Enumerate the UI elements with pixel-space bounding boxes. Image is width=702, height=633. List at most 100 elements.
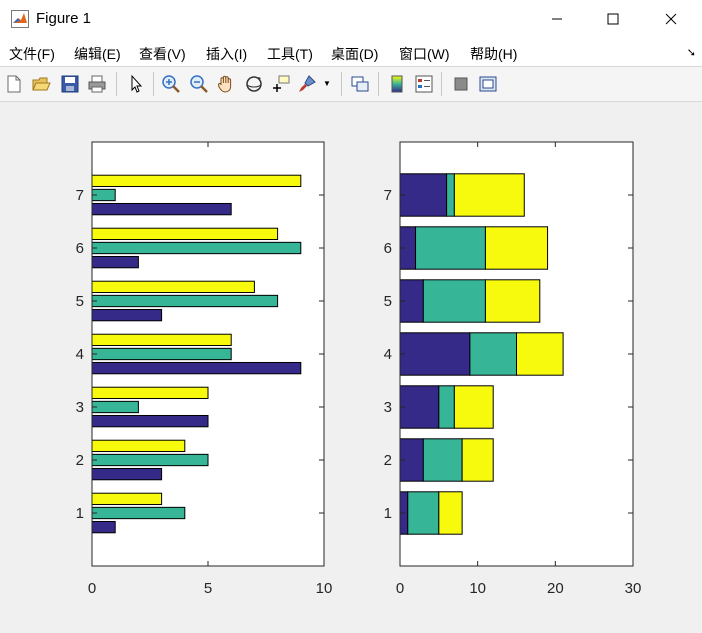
new-figure-icon[interactable] bbox=[4, 74, 24, 94]
stacked-bar-segment[interactable] bbox=[484, 226, 549, 270]
brush-dropdown-chevron-down-icon[interactable]: ▼ bbox=[323, 79, 331, 88]
stacked-bar-segment[interactable] bbox=[407, 491, 440, 535]
close-button[interactable] bbox=[644, 0, 698, 38]
x-tick-label: 20 bbox=[547, 580, 564, 597]
bar[interactable] bbox=[91, 453, 209, 467]
stacked-bar-segment[interactable] bbox=[469, 332, 517, 376]
menu-view[interactable]: 查看(V) bbox=[139, 44, 186, 64]
y-tick-label: 1 bbox=[76, 505, 84, 522]
y-tick-label: 5 bbox=[76, 293, 84, 310]
x-tick-label: 10 bbox=[469, 580, 486, 597]
stacked-bar-segment[interactable] bbox=[453, 173, 525, 217]
stacked-bar-segment[interactable] bbox=[516, 332, 564, 376]
menu-dock-arrow-icon[interactable]: ➘ bbox=[687, 46, 696, 59]
menu-insert[interactable]: 插入(I) bbox=[206, 44, 247, 64]
stacked-bar-segment[interactable] bbox=[415, 226, 486, 270]
stacked-bar-segment[interactable] bbox=[422, 279, 486, 323]
y-tick-label: 2 bbox=[384, 452, 392, 469]
data-cursor-icon[interactable] bbox=[271, 74, 291, 94]
print-icon[interactable] bbox=[87, 74, 107, 94]
y-tick-label: 6 bbox=[76, 240, 84, 257]
x-tick-label: 5 bbox=[204, 580, 212, 597]
bar[interactable] bbox=[91, 361, 302, 375]
bar[interactable] bbox=[91, 280, 255, 294]
minimize-button[interactable] bbox=[530, 0, 584, 38]
rotate-3d-icon[interactable] bbox=[244, 74, 264, 94]
stacked-bar-segment[interactable] bbox=[461, 438, 494, 482]
bar[interactable] bbox=[91, 255, 139, 269]
bar[interactable] bbox=[91, 506, 186, 520]
link-plot-icon[interactable] bbox=[350, 74, 370, 94]
x-tick-label: 10 bbox=[316, 580, 333, 597]
menu-bar: 文件(F) 编辑(E) 查看(V) 插入(I) 工具(T) 桌面(D) 窗口(W… bbox=[0, 38, 702, 66]
open-file-icon[interactable] bbox=[31, 74, 51, 94]
y-tick-label: 4 bbox=[76, 346, 84, 363]
toolbar-separator bbox=[441, 72, 442, 96]
bar[interactable] bbox=[91, 227, 279, 241]
x-tick-label: 0 bbox=[396, 580, 404, 597]
menu-desktop[interactable]: 桌面(D) bbox=[331, 44, 378, 64]
y-tick-label: 7 bbox=[384, 187, 392, 204]
hide-plot-tools-icon[interactable] bbox=[451, 74, 471, 94]
show-plot-tools-icon[interactable] bbox=[478, 74, 498, 94]
toolbar: ▼ bbox=[0, 66, 702, 102]
toolbar-separator bbox=[116, 72, 117, 96]
bar[interactable] bbox=[91, 333, 232, 347]
close-icon bbox=[665, 13, 677, 25]
stacked-bar-segment[interactable] bbox=[399, 385, 440, 429]
bar[interactable] bbox=[91, 347, 232, 361]
menu-help[interactable]: 帮助(H) bbox=[470, 44, 517, 64]
colorbar-icon[interactable] bbox=[387, 74, 407, 94]
stacked-bar-segment[interactable] bbox=[422, 438, 463, 482]
y-tick-label: 1 bbox=[384, 505, 392, 522]
maximize-icon bbox=[607, 13, 619, 25]
bar[interactable] bbox=[91, 400, 139, 414]
menu-tools[interactable]: 工具(T) bbox=[267, 44, 313, 64]
bar[interactable] bbox=[91, 492, 163, 506]
bar[interactable] bbox=[91, 520, 116, 534]
bar[interactable] bbox=[91, 467, 163, 481]
menu-file[interactable]: 文件(F) bbox=[9, 44, 55, 64]
bar[interactable] bbox=[91, 414, 209, 428]
menu-edit[interactable]: 编辑(E) bbox=[74, 44, 121, 64]
y-tick-label: 6 bbox=[384, 240, 392, 257]
toolbar-separator bbox=[153, 72, 154, 96]
stacked-bar-segment[interactable] bbox=[484, 279, 541, 323]
bar[interactable] bbox=[91, 308, 163, 322]
y-tick-label: 3 bbox=[76, 399, 84, 416]
zoom-out-icon[interactable] bbox=[189, 74, 209, 94]
toolbar-separator bbox=[341, 72, 342, 96]
pan-hand-icon[interactable] bbox=[216, 74, 236, 94]
y-tick-label: 3 bbox=[384, 399, 392, 416]
menu-window[interactable]: 窗口(W) bbox=[399, 44, 450, 64]
y-tick-label: 5 bbox=[384, 293, 392, 310]
save-icon[interactable] bbox=[60, 74, 80, 94]
bar[interactable] bbox=[91, 241, 302, 255]
zoom-in-icon[interactable] bbox=[161, 74, 181, 94]
stacked-bar-segment[interactable] bbox=[453, 385, 494, 429]
bar[interactable] bbox=[91, 294, 279, 308]
pointer-icon[interactable] bbox=[126, 74, 146, 94]
y-tick-label: 2 bbox=[76, 452, 84, 469]
bar[interactable] bbox=[91, 439, 186, 453]
maximize-button[interactable] bbox=[586, 0, 640, 38]
title-bar: Figure 1 bbox=[0, 0, 702, 38]
brush-icon[interactable] bbox=[297, 74, 317, 94]
minimize-icon bbox=[552, 18, 562, 20]
toolbar-separator bbox=[378, 72, 379, 96]
bar[interactable] bbox=[91, 174, 302, 188]
figure-canvas[interactable]: 0 5 10 1 2 3 4 5 6 7 0 10 20 30 1 2 3 4 5 6 7 bbox=[0, 101, 702, 628]
window-title: Figure 1 bbox=[36, 10, 92, 27]
bar[interactable] bbox=[91, 202, 232, 216]
stacked-bar-segment[interactable] bbox=[399, 332, 471, 376]
x-tick-label: 30 bbox=[625, 580, 642, 597]
legend-icon[interactable] bbox=[414, 74, 434, 94]
stacked-bar-segment[interactable] bbox=[399, 173, 448, 217]
x-tick-label: 0 bbox=[88, 580, 96, 597]
stacked-bar-segment[interactable] bbox=[446, 173, 455, 217]
y-tick-label: 7 bbox=[76, 187, 84, 204]
stacked-bar-segment[interactable] bbox=[438, 385, 455, 429]
y-tick-label: 4 bbox=[384, 346, 392, 363]
stacked-bar-segment[interactable] bbox=[438, 491, 463, 535]
bar[interactable] bbox=[91, 386, 209, 400]
